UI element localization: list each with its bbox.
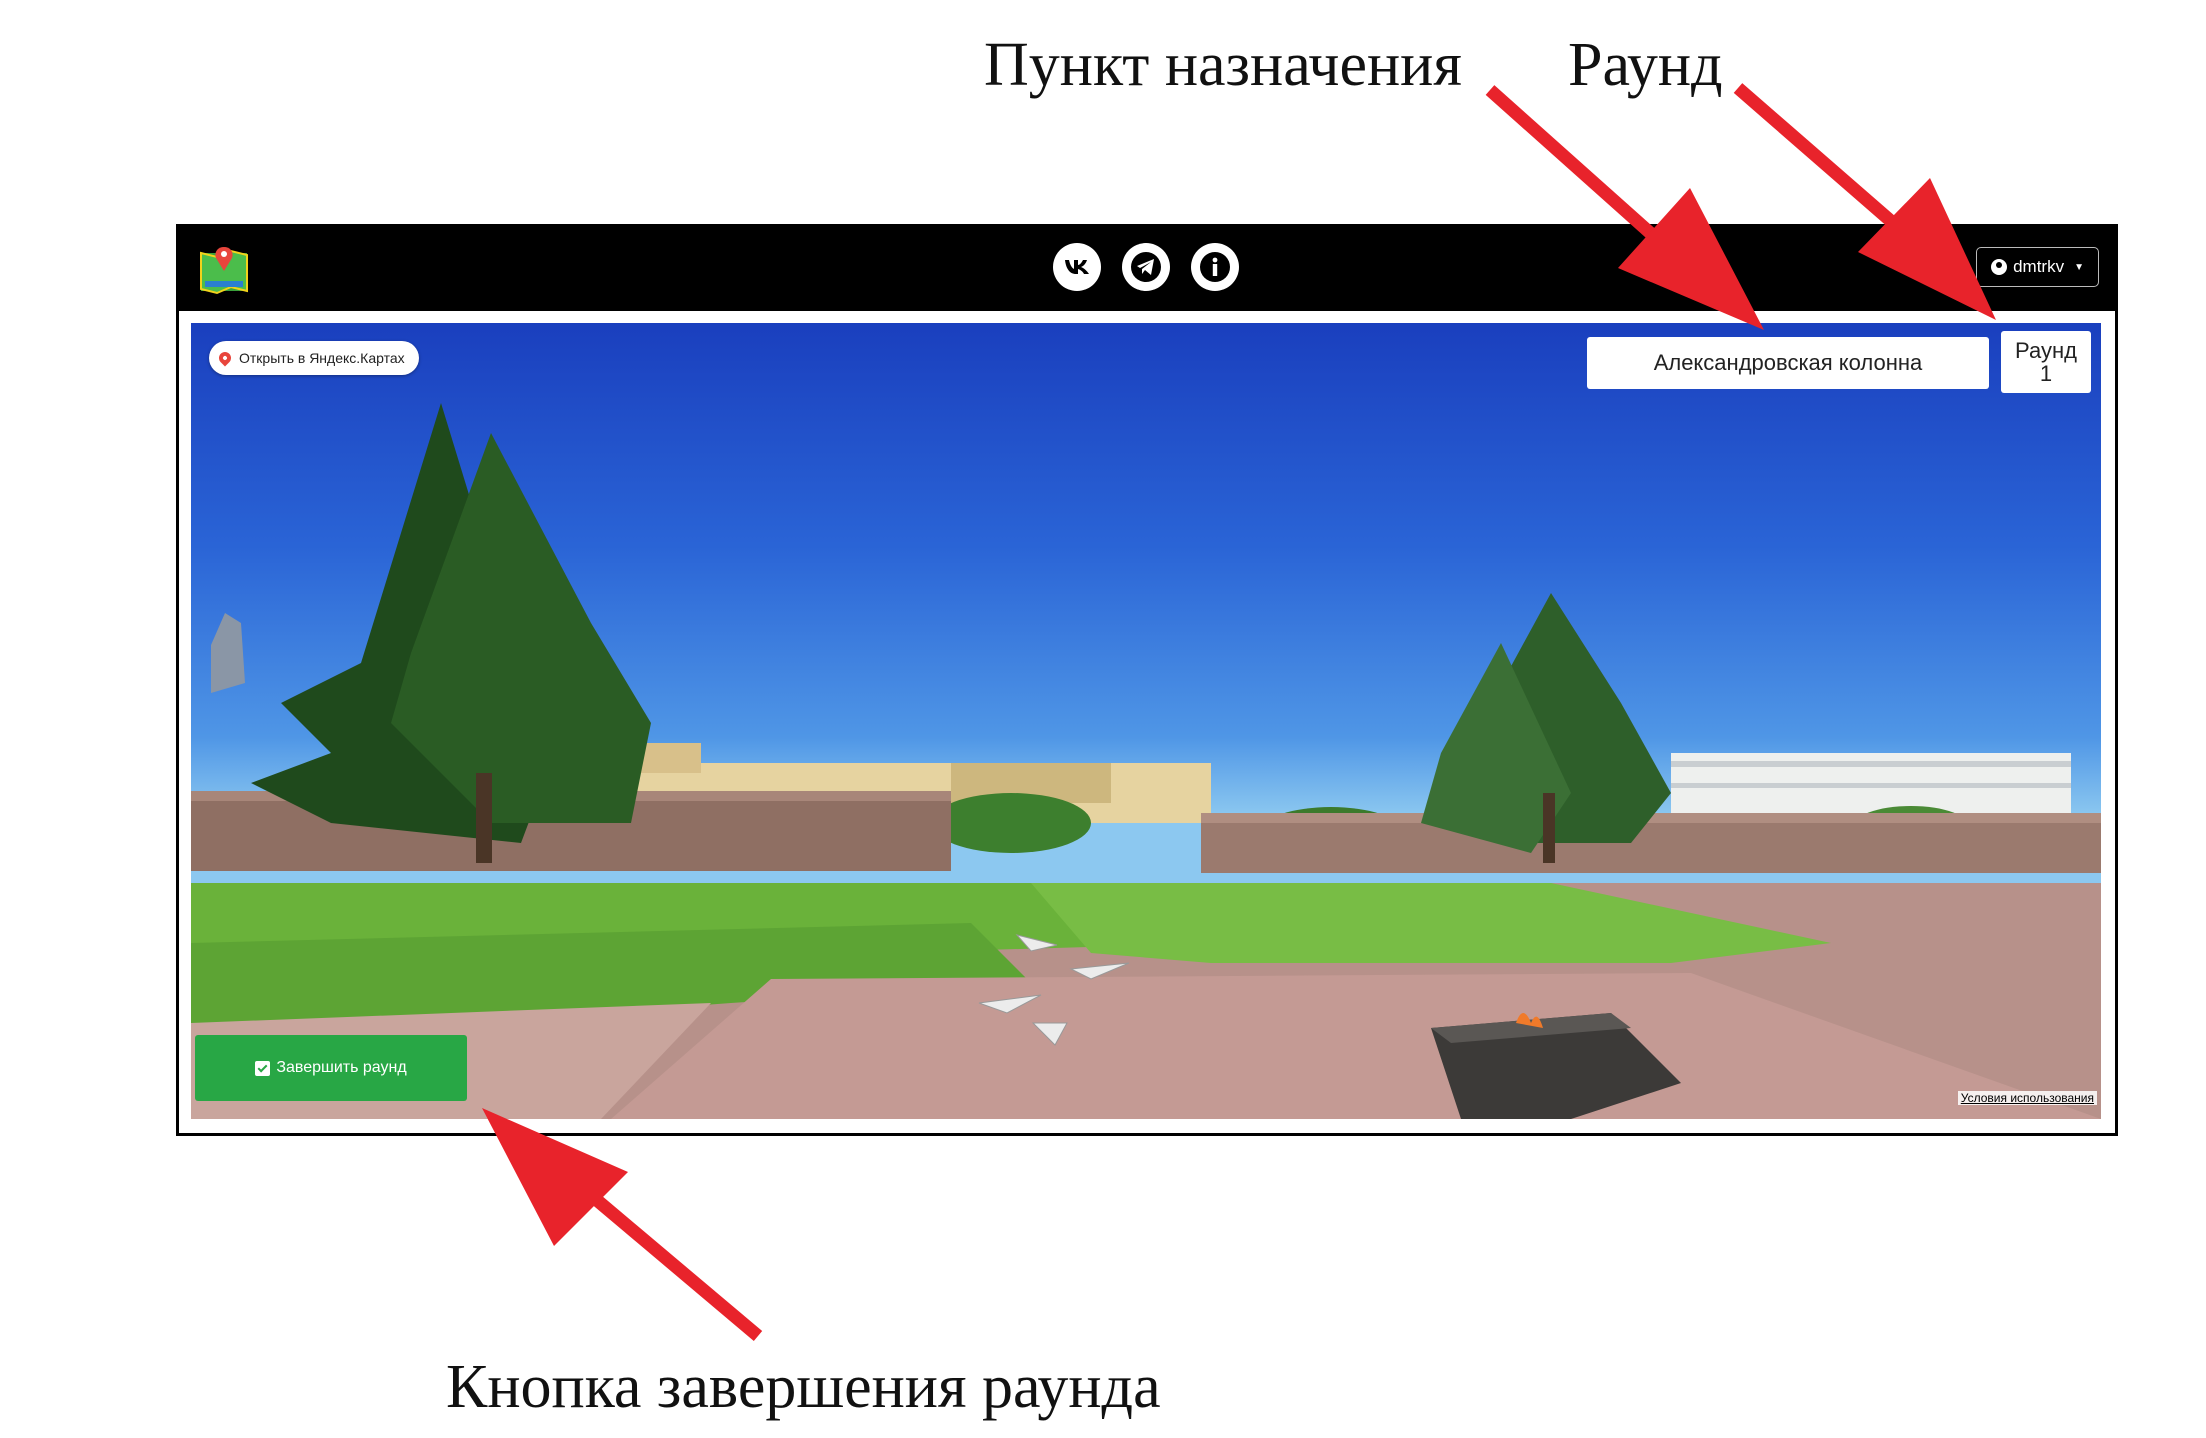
finish-round-button[interactable]: Завершить раунд (195, 1035, 467, 1101)
app-logo-icon[interactable] (199, 243, 249, 295)
panorama-scene (191, 403, 2101, 1119)
annotation-round-label: Раунд (1568, 31, 1723, 99)
user-circle-icon (1991, 259, 2008, 275)
vk-icon[interactable] (1053, 243, 1101, 291)
arrow-to-finish-button (482, 1108, 763, 1341)
user-menu-button[interactable]: dmtrkv ▼ (1976, 247, 2099, 287)
street-panorama[interactable]: Открыть в Яндекс.Картах Александровская … (191, 323, 2101, 1119)
open-in-yandex-maps-link[interactable]: Открыть в Яндекс.Картах (209, 341, 419, 375)
terms-of-use-link[interactable]: Условия использования (1957, 1091, 2097, 1105)
chevron-down-icon: ▼ (2074, 261, 2084, 273)
annotation-finish-button-label: Кнопка завершения раунда (446, 1353, 1161, 1421)
annotation-destination-label: Пункт назначения (984, 31, 1462, 99)
navbar: dmtrkv ▼ (179, 227, 2115, 311)
app-window: dmtrkv ▼ Открыть в Яндекс.Картах Алексан… (176, 224, 2118, 1136)
info-icon[interactable] (1191, 243, 1239, 291)
destination-display: Александровская колонна (1587, 337, 1989, 389)
map-pin-icon (216, 349, 234, 367)
round-indicator: Раунд 1 (2001, 331, 2091, 393)
social-icons (1053, 243, 1239, 291)
finish-round-label: Завершить раунд (276, 1059, 407, 1076)
user-name: dmtrkv (2013, 257, 2065, 276)
round-number: 1 (2039, 361, 2053, 386)
round-label: Раунд (2015, 337, 2077, 363)
yandex-link-label: Открыть в Яндекс.Картах (239, 350, 405, 366)
check-square-icon (255, 1060, 271, 1076)
telegram-icon[interactable] (1122, 243, 1170, 291)
